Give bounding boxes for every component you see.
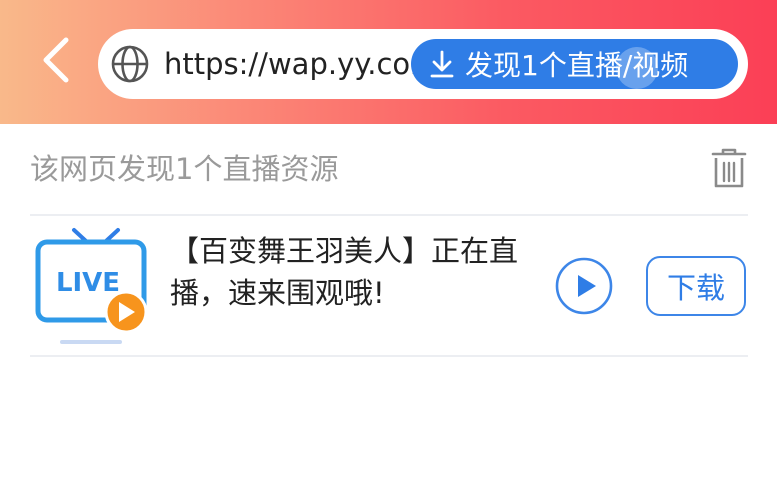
download-arrow-icon <box>430 50 454 78</box>
divider <box>30 355 748 357</box>
list-item: LIVE 【百变舞王羽美人】正在直播，速来围观哦! 下载 <box>30 216 748 355</box>
back-button[interactable] <box>30 34 82 86</box>
browser-header: https://wap.yy.com 发现1个直播/视频 <box>0 0 777 124</box>
live-badge-text: LIVE <box>56 268 120 298</box>
trash-icon[interactable] <box>710 146 748 190</box>
live-tv-icon: LIVE <box>35 228 148 344</box>
download-button[interactable]: 下载 <box>646 256 746 316</box>
found-media-button[interactable]: 发现1个直播/视频 <box>411 39 738 89</box>
stream-title: 【百变舞王羽美人】正在直播，速来围观哦! <box>170 234 519 310</box>
touch-indicator <box>616 47 658 89</box>
chevron-left-icon <box>43 37 69 83</box>
play-circle-icon[interactable] <box>554 256 614 316</box>
panel-title: 该网页发现1个直播资源 <box>30 152 339 186</box>
globe-icon <box>111 45 149 83</box>
address-bar[interactable]: https://wap.yy.com 发现1个直播/视频 <box>98 29 748 99</box>
